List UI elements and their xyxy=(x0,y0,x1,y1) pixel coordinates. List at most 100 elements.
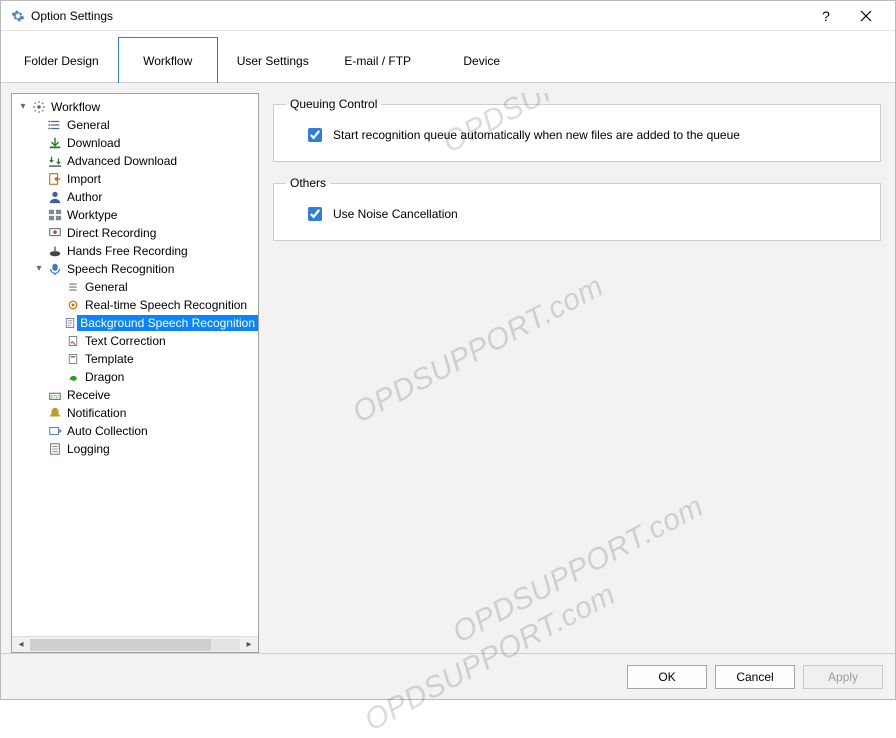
noise-cancellation-checkbox[interactable] xyxy=(308,207,322,221)
tree-label: Auto Collection xyxy=(64,423,151,439)
worktype-icon xyxy=(46,208,64,222)
tree-label: Text Correction xyxy=(82,333,169,349)
tree-label: General xyxy=(82,279,131,295)
tree-item-download[interactable]: Download xyxy=(12,134,258,152)
tree-item-sr-template[interactable]: Template xyxy=(12,350,258,368)
scroll-thumb[interactable] xyxy=(30,639,211,651)
record-dot-icon xyxy=(64,299,82,311)
tab-device[interactable]: Device xyxy=(432,37,532,83)
scroll-right-icon[interactable]: ▸ xyxy=(240,639,258,650)
queuing-auto-start-checkbox[interactable] xyxy=(308,128,322,142)
speech-icon xyxy=(46,262,64,276)
tree-item-auto-collection[interactable]: Auto Collection xyxy=(12,422,258,440)
tree-label: General xyxy=(64,117,113,133)
tree-item-sr-realtime[interactable]: Real-time Speech Recognition xyxy=(12,296,258,314)
tab-workflow[interactable]: Workflow xyxy=(118,37,218,83)
dialog-footer: OK Cancel Apply xyxy=(1,653,895,699)
import-icon xyxy=(46,172,64,186)
receive-icon: FTP xyxy=(46,388,64,402)
main-area: ▾ Workflow General Download Advanced Dow… xyxy=(1,83,895,653)
tree-label: Author xyxy=(64,189,105,205)
tab-label: User Settings xyxy=(237,54,309,68)
watermark-text: OPDSUPPORT.com xyxy=(347,270,609,431)
tree-item-sr-background[interactable]: Background Speech Recognition xyxy=(12,314,258,332)
horizontal-scrollbar[interactable]: ◂ ▸ xyxy=(12,636,258,652)
tabstrip: Folder Design Workflow User Settings E-m… xyxy=(1,31,895,83)
tree-label: Real-time Speech Recognition xyxy=(82,297,250,313)
text-correction-icon xyxy=(64,335,82,347)
dragon-icon xyxy=(64,371,82,383)
group-legend: Queuing Control xyxy=(286,97,381,111)
option-settings-window: Option Settings ? Folder Design Workflow… xyxy=(0,0,896,700)
tree-label: Advanced Download xyxy=(64,153,180,169)
tab-folder-design[interactable]: Folder Design xyxy=(9,37,114,83)
tree-item-receive[interactable]: FTP Receive xyxy=(12,386,258,404)
tab-email-ftp[interactable]: E-mail / FTP xyxy=(328,37,428,83)
tree-item-advanced-download[interactable]: Advanced Download xyxy=(12,152,258,170)
apply-button[interactable]: Apply xyxy=(803,665,883,689)
button-label: Cancel xyxy=(736,670,773,684)
gear-icon xyxy=(30,100,48,114)
tree-item-import[interactable]: Import xyxy=(12,170,258,188)
tab-label: Folder Design xyxy=(24,54,99,68)
checkbox-label: Start recognition queue automatically wh… xyxy=(333,128,740,142)
tree-item-logging[interactable]: Logging xyxy=(12,440,258,458)
tree-label: Background Speech Recognition xyxy=(77,315,258,331)
tree-label: Logging xyxy=(64,441,113,457)
tree-item-author[interactable]: Author xyxy=(12,188,258,206)
tree-label: Receive xyxy=(64,387,113,403)
tab-user-settings[interactable]: User Settings xyxy=(222,37,324,83)
queuing-auto-start-row: Start recognition queue automatically wh… xyxy=(286,121,868,149)
close-button[interactable] xyxy=(843,1,889,31)
tree-item-speech-recognition[interactable]: ▾ Speech Recognition xyxy=(12,260,258,278)
tree-item-general[interactable]: General xyxy=(12,116,258,134)
tree-label: Workflow xyxy=(48,99,103,115)
template-icon xyxy=(64,353,82,365)
tree-label: Download xyxy=(64,135,123,151)
tree-label: Import xyxy=(64,171,104,187)
tree-item-worktype[interactable]: Worktype xyxy=(12,206,258,224)
tree-label: Hands Free Recording xyxy=(64,243,191,259)
tab-label: Device xyxy=(463,54,500,68)
tree-item-sr-text-correction[interactable]: Text Correction xyxy=(12,332,258,350)
document-icon xyxy=(62,317,77,329)
tree-item-sr-general[interactable]: General xyxy=(12,278,258,296)
cancel-button[interactable]: Cancel xyxy=(715,665,795,689)
help-button[interactable]: ? xyxy=(809,1,843,31)
tree-label: Template xyxy=(82,351,137,367)
logging-icon xyxy=(46,442,64,456)
watermark-text: OPDSUPPORT.com xyxy=(447,490,709,651)
scroll-left-icon[interactable]: ◂ xyxy=(12,639,30,650)
tab-label: Workflow xyxy=(143,54,192,68)
tree-item-sr-dragon[interactable]: Dragon xyxy=(12,368,258,386)
author-icon xyxy=(46,190,64,204)
hands-free-icon xyxy=(46,244,64,258)
list-icon xyxy=(46,118,64,132)
titlebar: Option Settings ? xyxy=(1,1,895,31)
noise-cancellation-row: Use Noise Cancellation xyxy=(286,200,868,228)
ok-button[interactable]: OK xyxy=(627,665,707,689)
settings-tree[interactable]: ▾ Workflow General Download Advanced Dow… xyxy=(12,94,258,636)
tree-label: Notification xyxy=(64,405,129,421)
tree-label: Worktype xyxy=(64,207,120,223)
download-icon xyxy=(46,136,64,150)
list-icon xyxy=(64,281,82,293)
button-label: Apply xyxy=(828,670,858,684)
expander-icon[interactable]: ▾ xyxy=(16,102,30,112)
tree-label: Dragon xyxy=(82,369,127,385)
tree-root-workflow[interactable]: ▾ Workflow xyxy=(12,98,258,116)
scroll-track[interactable] xyxy=(30,639,240,651)
settings-icon xyxy=(11,9,25,23)
group-legend: Others xyxy=(286,176,330,190)
tree-item-hands-free-recording[interactable]: Hands Free Recording xyxy=(12,242,258,260)
svg-text:FTP: FTP xyxy=(51,395,59,400)
settings-tree-panel: ▾ Workflow General Download Advanced Dow… xyxy=(11,93,259,653)
tree-item-direct-recording[interactable]: Direct Recording xyxy=(12,224,258,242)
auto-collection-icon xyxy=(46,424,64,438)
settings-content: Queuing Control Start recognition queue … xyxy=(269,93,885,653)
button-label: OK xyxy=(658,670,675,684)
window-title: Option Settings xyxy=(31,9,809,23)
tree-item-notification[interactable]: Notification xyxy=(12,404,258,422)
expander-icon[interactable]: ▾ xyxy=(32,264,46,274)
tab-label: E-mail / FTP xyxy=(344,54,411,68)
